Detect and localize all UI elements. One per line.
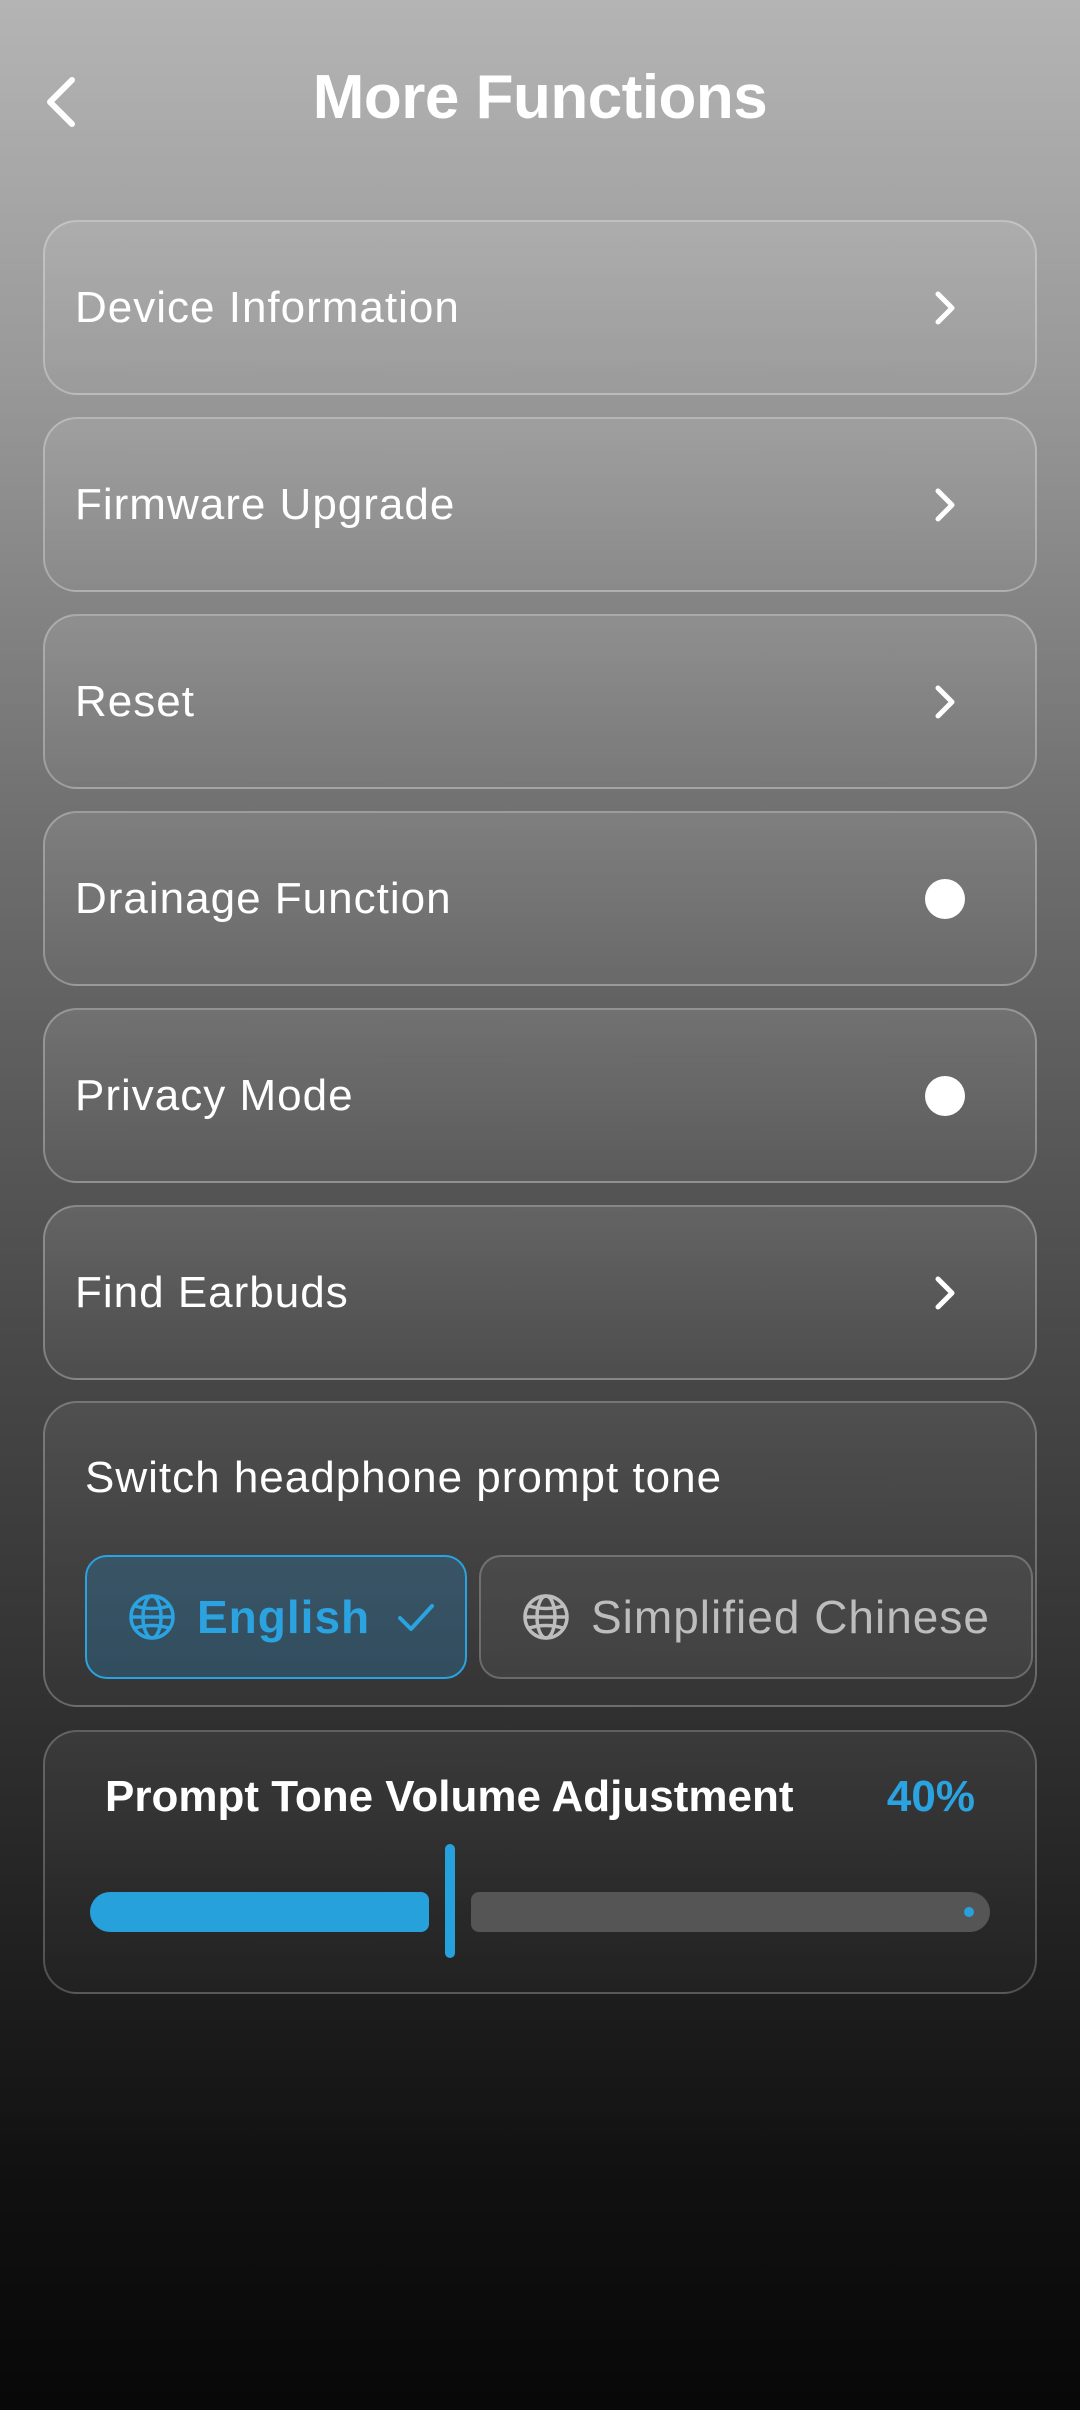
firmware-upgrade-row[interactable]: Firmware Upgrade [43, 417, 1037, 592]
page-title: More Functions [312, 63, 768, 132]
drainage-function-row: Drainage Function [43, 811, 1037, 986]
chevron-right-icon [925, 1273, 965, 1313]
reset-row[interactable]: Reset [43, 614, 1037, 789]
volume-title: Prompt Tone Volume Adjustment [105, 1772, 794, 1821]
language-option-english[interactable]: English [85, 1555, 467, 1679]
checkmark-icon [398, 1604, 435, 1631]
language-option-simplified-chinese[interactable]: Simplified Chinese [479, 1555, 1033, 1679]
volume-value: 40% [886, 1772, 975, 1821]
toggle-knob [925, 1075, 965, 1116]
slider-track [471, 1892, 990, 1932]
row-label: Find Earbuds [75, 1267, 349, 1317]
slider-end-dot [964, 1907, 974, 1917]
privacy-mode-row: Privacy Mode [43, 1008, 1037, 1183]
globe-icon [523, 1594, 569, 1640]
chevron-right-icon [925, 485, 965, 525]
row-label: Device Information [75, 282, 460, 332]
drainage-function-toggle[interactable] [875, 874, 965, 924]
volume-slider[interactable] [90, 1842, 990, 1962]
toggle-knob [925, 878, 965, 919]
slider-fill [90, 1892, 429, 1932]
prompt-tone-title: Switch headphone prompt tone [85, 1453, 723, 1502]
row-label: Firmware Upgrade [75, 479, 456, 529]
volume-card: Prompt Tone Volume Adjustment 40% [43, 1730, 1037, 1994]
row-label: Privacy Mode [75, 1070, 354, 1120]
language-option-label: English [197, 1591, 371, 1643]
chevron-right-icon [925, 288, 965, 328]
header: More Functions [0, 0, 1080, 210]
device-information-row[interactable]: Device Information [43, 220, 1037, 395]
slider-thumb[interactable] [445, 1844, 455, 1958]
language-option-label: Simplified Chinese [591, 1591, 990, 1643]
chevron-right-icon [925, 682, 965, 722]
find-earbuds-row[interactable]: Find Earbuds [43, 1205, 1037, 1380]
row-label: Drainage Function [75, 873, 452, 923]
prompt-tone-card: Switch headphone prompt tone English Sim… [43, 1401, 1037, 1707]
row-label: Reset [75, 676, 195, 726]
globe-icon [129, 1594, 175, 1640]
privacy-mode-toggle[interactable] [875, 1071, 965, 1121]
